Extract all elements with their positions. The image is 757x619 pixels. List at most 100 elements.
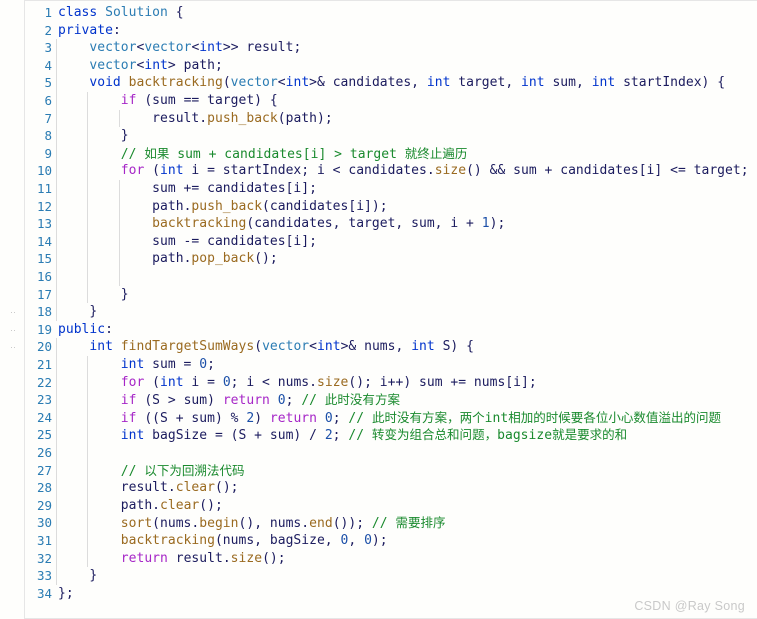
line-number: 7 xyxy=(44,110,52,126)
indent-guide xyxy=(56,391,57,409)
code-token: ((S + sum) % xyxy=(136,410,247,426)
code-token: ( xyxy=(144,374,161,390)
code-token: int xyxy=(199,40,223,56)
code-token: // xyxy=(348,428,372,444)
code-line[interactable]: 7 result.push_back(path); xyxy=(0,109,757,128)
code-line[interactable]: 32 return result.size(); xyxy=(0,549,757,568)
code-token: . xyxy=(301,516,310,532)
code-token: target, xyxy=(450,75,522,91)
code-line[interactable]: 8 } xyxy=(0,127,757,145)
code-line[interactable]: 25 int bagSize = (S + sum) / 2; // 转变为组合… xyxy=(0,426,757,444)
code-token: } xyxy=(58,568,98,584)
code-line[interactable]: 11 sum += candidates[i]; xyxy=(0,180,757,198)
line-number: 30 xyxy=(36,515,52,531)
code-token: < xyxy=(277,75,286,91)
gutter-marker-dot[interactable]: ‥ xyxy=(8,338,18,356)
code-line[interactable]: ‥ 18 } xyxy=(0,303,757,321)
code-token: return xyxy=(120,550,168,566)
indent-guide xyxy=(56,408,57,427)
line-number: 10 xyxy=(36,163,52,179)
code-line[interactable]: 29 path.clear(); xyxy=(0,496,757,515)
indent-guide xyxy=(56,180,57,198)
code-token: path xyxy=(120,497,153,513)
indent-guide xyxy=(56,496,57,515)
code-line[interactable]: 5 void backtracking(vector<int>& candida… xyxy=(0,74,757,92)
code-line[interactable]: 22 for (int i = 0; i < nums.size(); i++)… xyxy=(0,373,757,392)
code-line[interactable]: 14 sum -= candidates[i]; xyxy=(0,232,757,251)
code-line[interactable]: 21 int sum = 0; xyxy=(0,356,757,374)
gutter-marker-dot[interactable]: ‥ xyxy=(8,303,18,321)
code-line[interactable]: 13 backtracking(candidates, target, sum,… xyxy=(0,215,757,233)
code-line-text: int sum = 0; xyxy=(58,356,215,374)
code-token: ; xyxy=(285,393,302,409)
code-line[interactable]: 6 if (sum == target) { xyxy=(0,92,757,110)
code-token: if xyxy=(120,393,137,409)
code-line[interactable]: 4 vector<int> path; xyxy=(0,56,757,75)
code-token: vector xyxy=(144,40,192,56)
code-line[interactable]: 2 private: xyxy=(0,22,757,40)
indent-guide xyxy=(118,268,120,286)
code-line[interactable]: 3 vector<vector<int>> result; xyxy=(0,39,757,57)
code-line[interactable]: 26 xyxy=(0,444,757,462)
line-number: 19 xyxy=(36,321,52,337)
code-line[interactable]: 15 path.pop_back(); xyxy=(0,250,757,268)
line-number: 2 xyxy=(44,22,52,38)
indent-guide xyxy=(56,144,57,163)
code-line[interactable]: 1 class Solution { xyxy=(0,4,757,22)
code-token: // xyxy=(120,463,145,479)
code-line[interactable]: 12 path.push_back(candidates[i]); xyxy=(0,197,757,216)
gutter-marker-dot[interactable]: ‥ xyxy=(8,321,18,339)
code-token: int xyxy=(160,374,184,390)
code-token: sum + candidates[i] > target xyxy=(169,146,405,162)
code-line[interactable]: 30 sort(nums.begin(), nums.end()); // 需要… xyxy=(0,514,757,532)
code-line[interactable]: 28 result.clear(); xyxy=(0,479,757,497)
code-token: (); xyxy=(199,497,223,513)
code-line-text: result.push_back(path); xyxy=(58,110,333,128)
code-line[interactable]: 31 backtracking(nums, bagSize, 0, 0); xyxy=(0,532,757,550)
line-number: 24 xyxy=(36,409,52,425)
code-token: i = startIndex; i < candidates xyxy=(183,163,427,179)
code-line[interactable]: 23 if (S > sum) return 0; // 此时没有方案 xyxy=(0,391,757,409)
code-token: >& nums, xyxy=(340,339,412,355)
code-token: 0 xyxy=(222,374,231,390)
code-line-text: int bagSize = (S + sum) / 2; // 转变为组合总和问… xyxy=(58,426,627,445)
indent-guide xyxy=(56,532,57,550)
line-number: 4 xyxy=(44,57,52,73)
code-token: } xyxy=(58,286,129,302)
code-line-text: if (sum == target) { xyxy=(58,92,278,110)
indent-guide xyxy=(56,215,57,233)
code-line[interactable]: 17 } xyxy=(0,285,757,304)
code-editor-area[interactable]: 1 class Solution {2 private: 3 vector<vecto… xyxy=(0,0,757,619)
line-number: 12 xyxy=(36,198,52,214)
line-number: 14 xyxy=(36,233,52,249)
code-line[interactable]: ‥ 19 public: xyxy=(0,321,757,339)
line-number: 28 xyxy=(36,480,52,496)
code-line[interactable]: 9 // 如果 sum + candidates[i] > target 就终止… xyxy=(0,144,757,163)
code-line-text: } xyxy=(58,286,129,304)
code-line-text: } xyxy=(58,567,97,585)
code-line[interactable]: 10 for (int i = startIndex; i < candidat… xyxy=(0,162,757,180)
code-token: backtracking xyxy=(120,533,215,548)
code-line[interactable]: 27 // 以下为回溯法代码 xyxy=(0,461,757,480)
code-token: int xyxy=(411,339,435,355)
code-token: ; xyxy=(332,428,349,444)
indent-guides xyxy=(0,444,757,462)
code-token: int xyxy=(144,57,168,73)
code-screenshot: 1 class Solution {2 private: 3 vector<vecto… xyxy=(0,0,757,619)
code-line[interactable]: 33 } xyxy=(0,567,757,585)
code-token: if xyxy=(120,410,137,426)
indent-guide xyxy=(56,74,57,92)
code-line[interactable]: 16 xyxy=(0,268,757,286)
indent-guide xyxy=(56,303,57,321)
code-line[interactable]: 24 if ((S + sum) % 2) return 0; // 此时没有方… xyxy=(0,408,757,427)
code-token: result xyxy=(120,480,168,496)
code-line[interactable]: ‥ 20 int findTargetSumWays(vector<int>& n… xyxy=(0,338,757,356)
